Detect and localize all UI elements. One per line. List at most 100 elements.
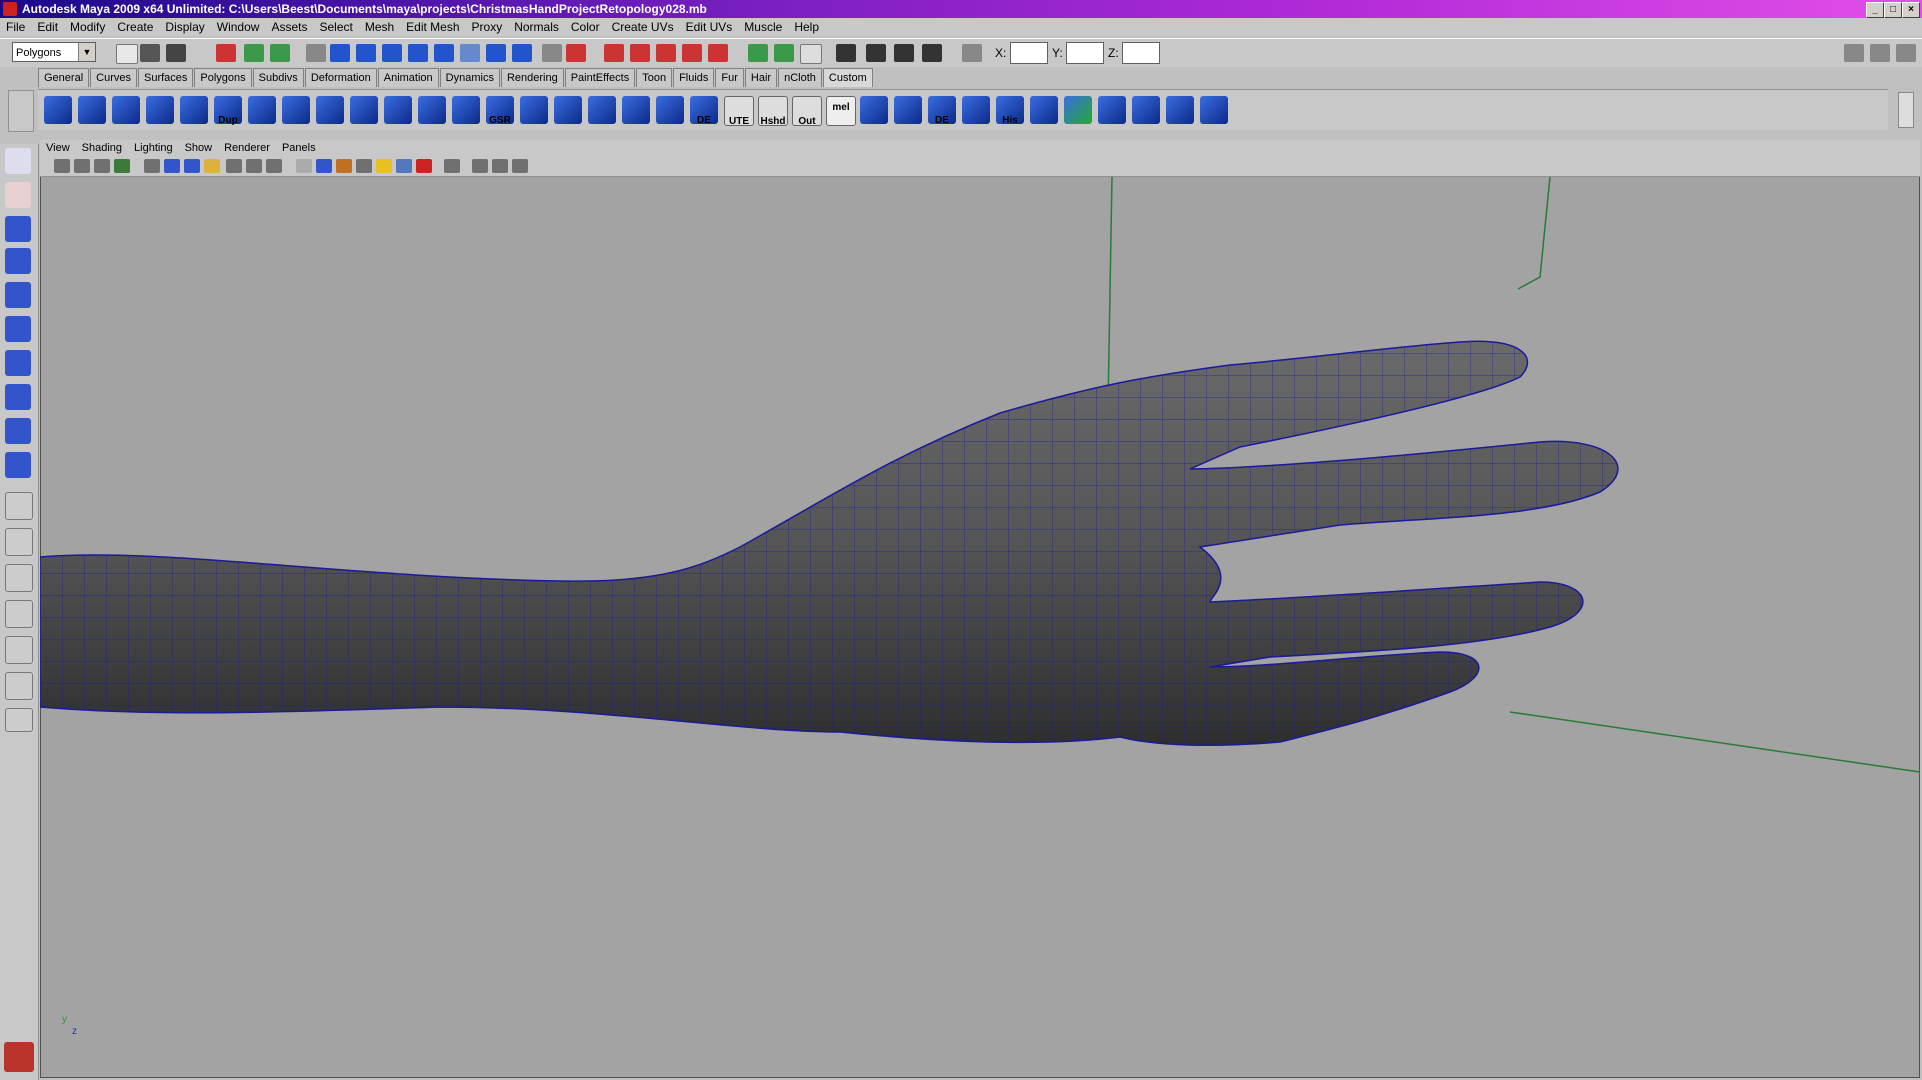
menu-mesh[interactable]: Mesh [359,18,400,36]
shelf-tab-subdivs[interactable]: Subdivs [252,68,304,87]
shelf-tool-15-icon[interactable] [520,96,548,124]
four-view-layout-icon[interactable] [5,528,33,556]
shelf-tool-17-icon[interactable] [588,96,616,124]
shelf-tool-9-icon[interactable] [316,96,344,124]
duplicate-icon[interactable]: Dup [214,96,242,126]
shelf-tab-curves[interactable]: Curves [90,68,137,87]
panel-menu-renderer[interactable]: Renderer [218,140,276,156]
shelf-tool-31-icon[interactable] [1064,96,1092,124]
menu-edit[interactable]: Edit [31,18,64,36]
xray-icon[interactable] [472,159,488,173]
shelf-tool-34-icon[interactable] [1166,96,1194,124]
shelf-tool-8-icon[interactable] [282,96,310,124]
attribute-editor-icon[interactable] [1844,44,1864,62]
minimize-button[interactable]: _ [1866,2,1884,18]
shelf-tool-10-icon[interactable] [350,96,378,124]
shelf-scrollbar[interactable] [1898,92,1914,128]
resolution-gate-icon[interactable] [184,159,200,173]
wireframe-on-shaded-icon[interactable] [492,159,508,173]
de-icon-2[interactable]: DE [928,96,956,126]
light-bulb-icon[interactable] [376,159,392,173]
channel-box-icon[interactable] [1896,44,1916,62]
z-field[interactable] [1122,42,1160,64]
shelf-tab-deformation[interactable]: Deformation [304,68,377,87]
hand-mesh[interactable] [39,340,1619,747]
scale-tool-icon[interactable] [5,316,31,342]
shelf-tool-19-icon[interactable] [656,96,684,124]
render-current-icon[interactable] [836,44,856,62]
shelf-tool-26-icon[interactable] [894,96,922,124]
magnet-red-icon-2[interactable] [630,44,650,62]
pick-mask-icon[interactable] [306,44,326,62]
shelf-tab-toon[interactable]: Toon [636,68,673,87]
smooth-shade-icon[interactable] [316,159,332,173]
y-field[interactable] [1066,42,1104,64]
render-settings-icon[interactable] [894,44,914,62]
hshd-icon[interactable]: Hshd [758,96,788,127]
menu-normals[interactable]: Normals [508,18,565,36]
shelf-tool-11-icon[interactable] [384,96,412,124]
bookmark-icon[interactable] [94,159,110,173]
shelf-tab-fur[interactable]: Fur [715,68,744,87]
shelf-tab-animation[interactable]: Animation [377,68,439,87]
shelf-menu-button[interactable] [8,90,34,132]
layout-dropdown-icon[interactable] [5,708,33,732]
gsr-icon[interactable]: GSR [486,96,514,126]
lasso-tool-icon[interactable] [5,182,31,208]
new-scene-icon[interactable] [116,44,138,64]
move-tool-icon[interactable] [5,248,31,274]
persp-outliner-layout-icon[interactable] [5,564,33,592]
backface-icon[interactable] [512,159,528,173]
shelf-tab-dynamics[interactable]: Dynamics [439,68,500,87]
menu-proxy[interactable]: Proxy [466,18,509,36]
select-camera-icon[interactable] [54,159,70,173]
mel-script-icon[interactable]: mel [826,96,856,126]
shelf-tool-16-icon[interactable] [554,96,582,124]
wireframe-icon[interactable] [296,159,312,173]
menu-assets[interactable]: Assets [265,18,313,36]
shelf-tool-25-icon[interactable] [860,96,888,124]
menu-file[interactable]: File [0,18,31,36]
magnet-red-icon-1[interactable] [604,44,624,62]
outliner-layout-icon[interactable] [5,672,33,700]
render-view-icon[interactable] [800,44,822,64]
magnet-red-icon-5[interactable] [708,44,728,62]
menu-create[interactable]: Create [111,18,159,36]
help-icon[interactable] [512,44,532,62]
texture-icon[interactable] [336,159,352,173]
shelf-tool-5-icon[interactable] [180,96,208,124]
panel-menu-lighting[interactable]: Lighting [128,140,179,156]
field-chart-icon[interactable] [226,159,242,173]
shelf-tab-hair[interactable]: Hair [744,68,778,87]
select-object-icon[interactable] [244,44,264,62]
shelf-tool-7-icon[interactable] [248,96,276,124]
menu-edit-mesh[interactable]: Edit Mesh [400,18,465,36]
open-scene-icon[interactable] [140,44,160,62]
shadows-icon[interactable] [396,159,412,173]
shelf-tool-13-icon[interactable] [452,96,480,124]
select-hierarchy-icon[interactable] [216,44,236,62]
panel-menu-view[interactable]: View [40,140,76,156]
snap-view-plane-icon[interactable] [408,44,428,62]
gate-mask-icon[interactable] [204,159,220,173]
grid-icon[interactable] [144,159,160,173]
hypershade-icon[interactable] [922,44,942,62]
safe-action-icon[interactable] [246,159,262,173]
shelf-tool-33-icon[interactable] [1132,96,1160,124]
shelf-tool-12-icon[interactable] [418,96,446,124]
out-icon[interactable]: Out [792,96,822,127]
shelf-tool-4-icon[interactable] [146,96,174,124]
select-component-icon[interactable] [270,44,290,62]
menu-window[interactable]: Window [211,18,266,36]
x-field[interactable] [1010,42,1048,64]
universal-manipulator-icon[interactable] [5,350,31,376]
menu-create-uvs[interactable]: Create UVs [606,18,680,36]
save-scene-icon[interactable] [166,44,186,62]
shelf-tool-1-icon[interactable] [44,96,72,124]
shelf-tab-painteffects[interactable]: PaintEffects [564,68,636,87]
image-plane-icon[interactable] [114,159,130,173]
select-tool-icon[interactable] [5,148,31,174]
menu-edit-uvs[interactable]: Edit UVs [680,18,739,36]
hypershade-layout-icon[interactable] [5,636,33,664]
panel-menu-panels[interactable]: Panels [276,140,322,156]
